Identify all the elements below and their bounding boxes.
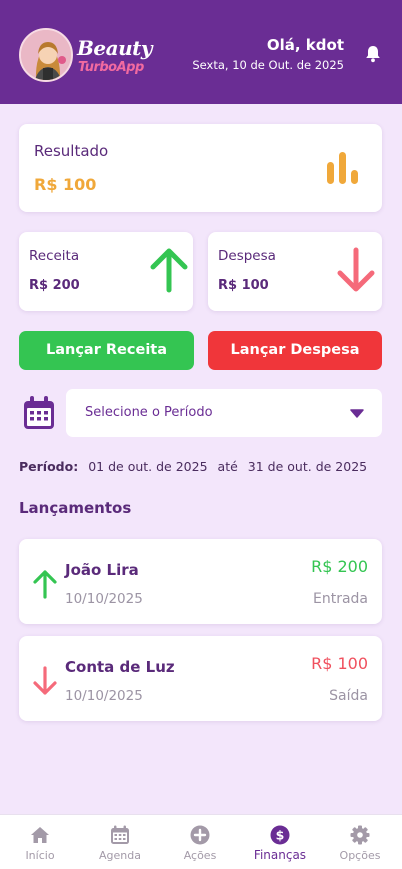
period-range: Período: 01 de out. de 2025 até 31 de out. … (19, 459, 389, 474)
nav-label: Agenda (99, 849, 141, 862)
result-label: Resultado (34, 142, 109, 160)
result-card: Resultado R$ 100 (19, 124, 382, 212)
period-label: Período: (19, 459, 79, 474)
nav-label: Ações (183, 849, 217, 862)
period-until: até (217, 459, 238, 474)
transaction-type: Saída (329, 688, 368, 704)
period-select[interactable]: Selecione o Período (66, 389, 382, 437)
add-income-button[interactable]: Lançar Receita (19, 331, 194, 370)
transaction-date: 10/10/2025 (65, 688, 143, 704)
nav-item-financas[interactable]: $ Finanças (240, 815, 320, 869)
nav-label: Opções (339, 849, 381, 862)
transaction-type: Entrada (312, 591, 368, 607)
nav-item-acoes[interactable]: Ações (160, 815, 240, 869)
calendar-icon (111, 825, 129, 844)
dollar-circle-icon: $ (270, 825, 290, 845)
notification-bell-icon[interactable] (363, 44, 383, 64)
logo-title: Beauty (77, 36, 153, 60)
period-from: 01 de out. de 2025 (88, 459, 208, 474)
gear-icon (350, 825, 370, 845)
nav-label: Finanças (253, 848, 307, 862)
nav-item-agenda[interactable]: Agenda (80, 815, 160, 869)
period-to: 31 de out. de 2025 (247, 459, 368, 474)
transaction-name: Conta de Luz (65, 658, 175, 676)
expense-label: Despesa (218, 248, 276, 264)
arrow-down-icon (337, 247, 375, 292)
list-item[interactable]: Conta de Luz 10/10/2025 R$ 100 Saída (19, 636, 382, 721)
avatar (19, 28, 73, 82)
transaction-date: 10/10/2025 (65, 591, 143, 607)
arrow-up-icon (33, 570, 57, 599)
plus-circle-icon (190, 825, 210, 845)
svg-text:$: $ (276, 828, 285, 843)
bottom-nav: Início Agenda Ações $ Finanças Opções (0, 814, 402, 869)
logo-illustration-icon (21, 30, 71, 80)
app-header: Beauty TurboApp Olá, kdot Sexta, 10 de O… (0, 0, 402, 104)
home-icon (31, 827, 49, 843)
period-select-placeholder: Selecione o Período (85, 405, 213, 420)
caret-down-icon (350, 409, 364, 418)
income-label: Receita (29, 248, 80, 264)
nav-label: Início (25, 849, 55, 862)
calendar-icon[interactable] (23, 396, 55, 430)
result-value: R$ 100 (34, 175, 97, 194)
income-card: Receita R$ 200 (19, 232, 193, 311)
add-expense-button[interactable]: Lançar Despesa (208, 331, 382, 370)
bar-chart-icon (327, 152, 358, 184)
arrow-down-icon (33, 666, 57, 695)
transaction-amount: R$ 200 (311, 557, 368, 576)
list-item[interactable]: João Lira 10/10/2025 R$ 200 Entrada (19, 539, 382, 624)
user-greeting: Olá, kdot (266, 36, 344, 54)
logo-subtitle: TurboApp (78, 60, 144, 75)
arrow-up-icon (150, 248, 188, 293)
current-date: Sexta, 10 de Out. de 2025 (192, 58, 344, 72)
nav-item-inicio[interactable]: Início (0, 815, 80, 869)
income-value: R$ 200 (29, 278, 80, 293)
transactions-title: Lançamentos (19, 499, 132, 517)
expense-value: R$ 100 (218, 278, 269, 293)
transaction-amount: R$ 100 (311, 654, 368, 673)
transaction-name: João Lira (65, 561, 139, 579)
expense-card: Despesa R$ 100 (208, 232, 382, 311)
nav-item-opcoes[interactable]: Opções (320, 815, 400, 869)
